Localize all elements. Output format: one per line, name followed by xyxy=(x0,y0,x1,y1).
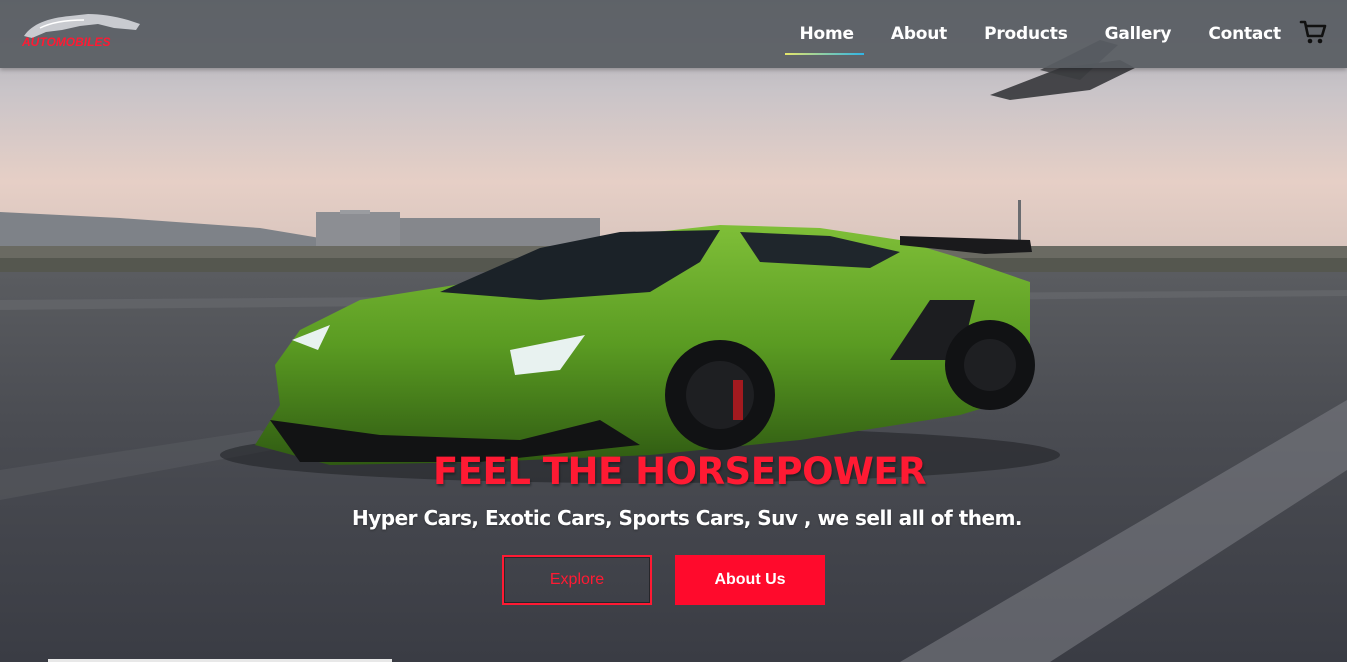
nav-item-products[interactable]: Products xyxy=(984,24,1068,44)
hero-video-frame xyxy=(0,0,1347,662)
navbar: AUTOMOBILES Home About Products Gallery … xyxy=(0,0,1347,68)
logo-text: AUTOMOBILES xyxy=(21,35,110,49)
brand-logo[interactable]: AUTOMOBILES xyxy=(18,10,144,52)
nav-item-about[interactable]: About xyxy=(891,24,947,44)
hero-background xyxy=(0,0,1347,662)
car-silhouette-logo-icon: AUTOMOBILES xyxy=(21,14,140,49)
shopping-cart-icon[interactable] xyxy=(1299,18,1327,46)
hero-subtitle: Hyper Cars, Exotic Cars, Sports Cars, Su… xyxy=(352,506,1023,530)
nav-item-contact[interactable]: Contact xyxy=(1208,24,1281,44)
page: AUTOMOBILES Home About Products Gallery … xyxy=(0,0,1347,662)
nav-item-gallery[interactable]: Gallery xyxy=(1105,24,1172,44)
hero-title: FEEL THE HORSEPOWER xyxy=(433,450,927,493)
about-us-button[interactable]: About Us xyxy=(675,555,825,605)
nav-links: Home About Products Gallery Contact xyxy=(763,0,1281,68)
nav-item-home[interactable]: Home xyxy=(784,24,865,55)
explore-button[interactable]: Explore xyxy=(502,555,652,605)
